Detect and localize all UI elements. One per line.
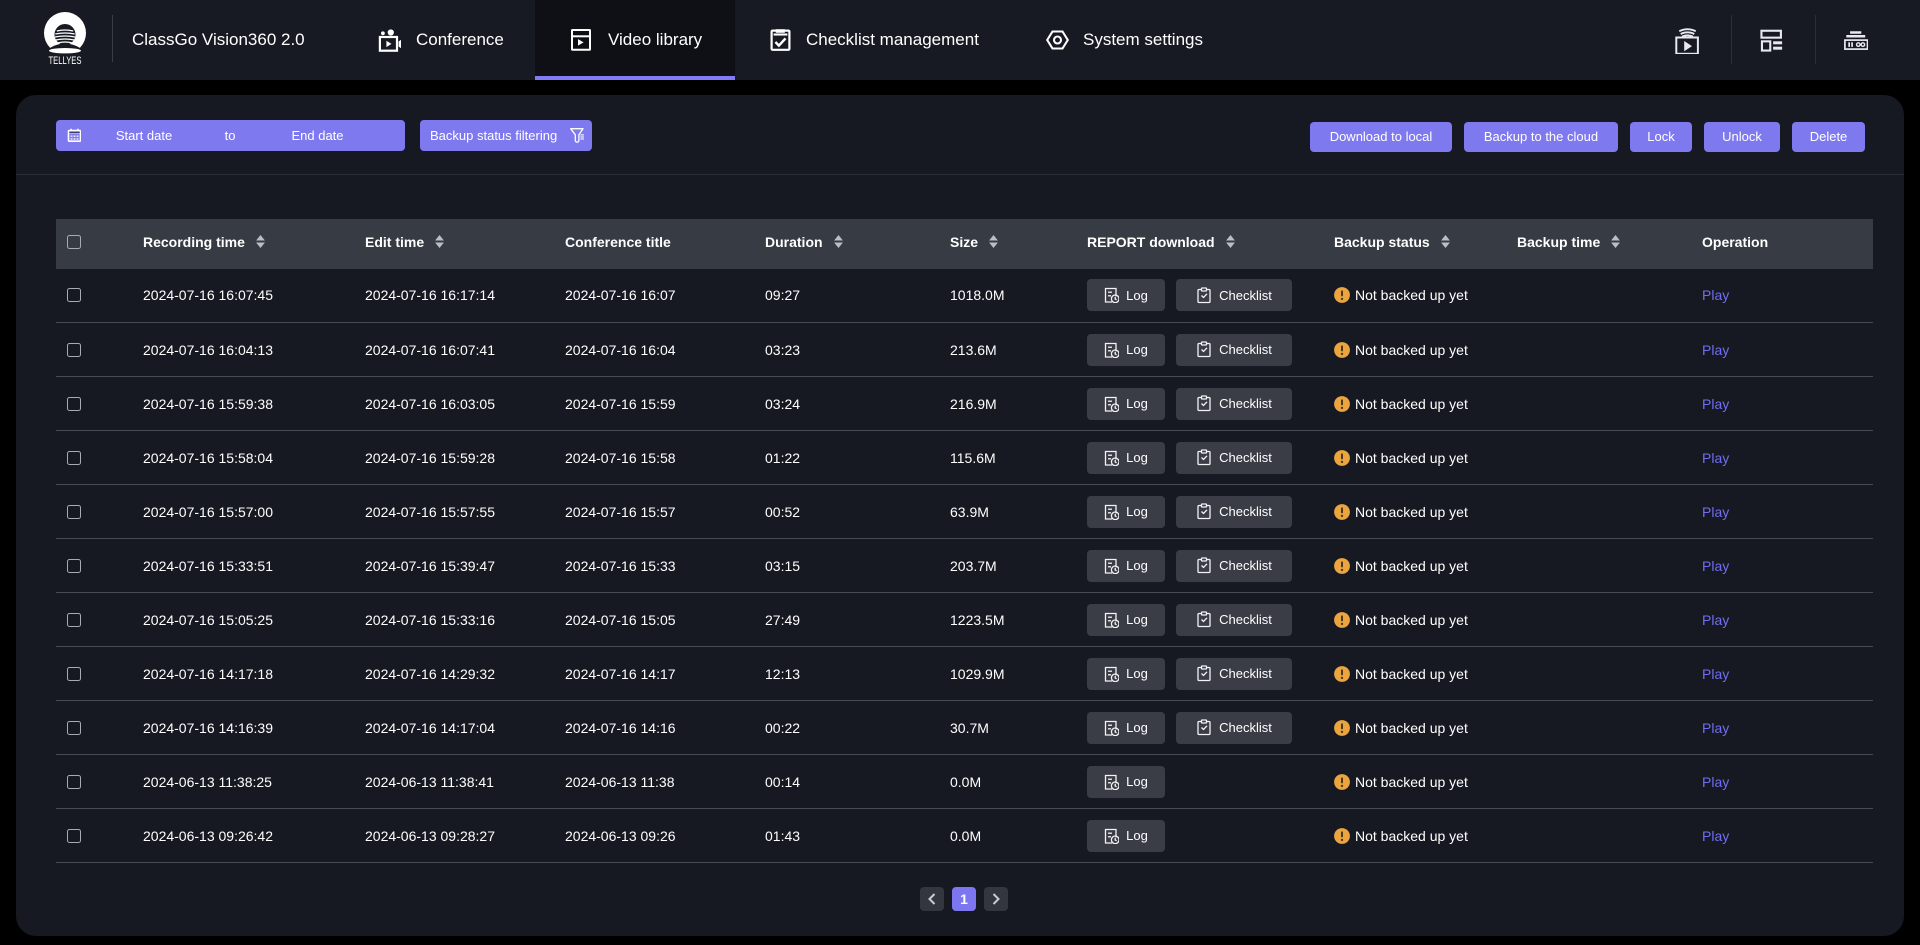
svg-text:TELLYES: TELLYES [49, 55, 82, 67]
